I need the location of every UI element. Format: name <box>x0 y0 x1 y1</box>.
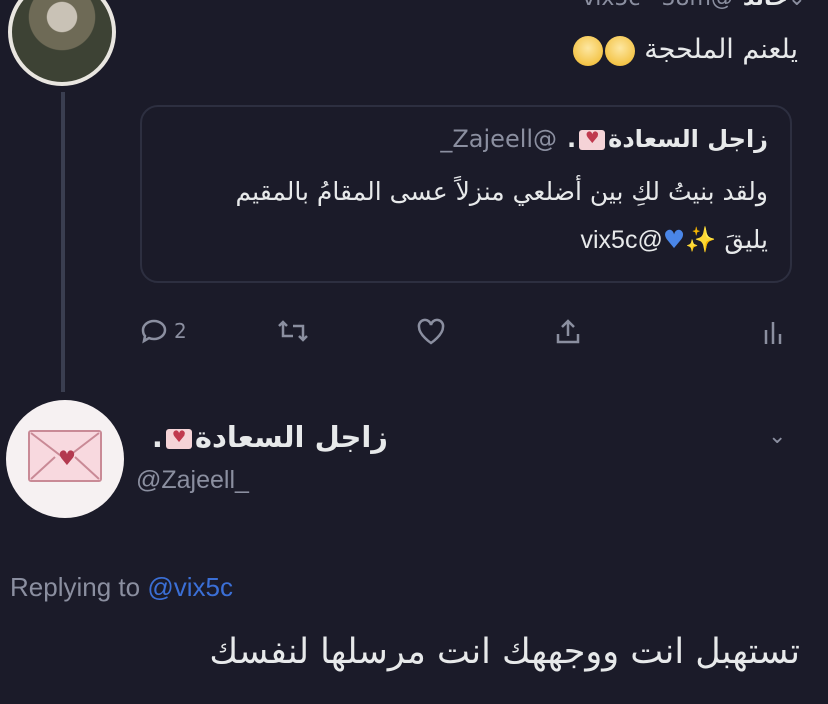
reply-button[interactable]: 2 <box>140 318 187 344</box>
author-name-row: زاجل السعادة. <box>152 420 388 454</box>
envelope-icon: ♥ <box>28 430 102 482</box>
quoted-line-2-text: يليقَ <box>724 225 768 254</box>
replying-mention[interactable]: @vix5c <box>147 572 233 602</box>
tweet-text-body: يلعنم الملحجة <box>644 34 798 65</box>
share-icon <box>556 319 580 344</box>
chevron-down-icon[interactable]: ⌄ <box>768 424 786 449</box>
analytics-button[interactable] <box>762 318 784 346</box>
tweet-text: تستهبل انت ووجههك انت مرسلها لنفسك <box>209 632 800 672</box>
tweet-text: يلعنم الملحجة <box>572 34 798 66</box>
replying-to: Replying to @vix5c <box>10 572 233 603</box>
reply-count: 2 <box>174 319 187 343</box>
replying-label: Replying to <box>10 572 141 602</box>
author-handle[interactable]: @Zajeell_ <box>136 466 249 495</box>
analytics-icon <box>764 322 782 344</box>
sparkles-emoji-icon: ✨ <box>685 225 717 254</box>
quoted-tweet-header: زاجل السعادة.@Zajeell_ <box>440 125 768 153</box>
grimacing-face-emoji-icon <box>572 35 603 66</box>
avatar[interactable] <box>8 0 116 86</box>
love-letter-emoji-icon <box>579 128 606 150</box>
retweet-icon <box>278 320 308 342</box>
quoted-tweet-card[interactable]: زاجل السعادة.@Zajeell_ ولقد بنيتُ لكِ بي… <box>140 105 792 283</box>
grimacing-face-emoji-icon <box>604 35 635 66</box>
quoted-author-handle: @Zajeell_ <box>440 125 558 153</box>
heart-icon <box>417 318 445 345</box>
author-meta: @vix5c · 38m <box>582 0 733 11</box>
author-name[interactable]: خالد <box>743 0 788 11</box>
tweet-header: خالد @vix5c · 38m <box>582 0 788 11</box>
chevron-down-icon[interactable]: ⌄ <box>788 0 806 11</box>
share-button[interactable] <box>554 318 582 346</box>
quoted-tweet-line-1: ولقد بنيتُ لكِ بين أضلعي منزلاً عسى المق… <box>235 177 768 206</box>
like-button[interactable] <box>416 318 446 346</box>
thread-connector-line <box>61 92 65 392</box>
avatar[interactable]: ♥ <box>6 400 124 518</box>
love-letter-emoji-icon <box>165 427 192 449</box>
quoted-tweet-line-2: يليقَ ✨♥@vix5c <box>580 225 768 255</box>
author-name[interactable]: زاجل السعادة <box>195 420 388 454</box>
quoted-mention[interactable]: @vix5c <box>580 226 662 254</box>
tweet-actions: 2 <box>140 318 800 358</box>
blue-heart-emoji-icon: ♥ <box>662 225 686 254</box>
retweet-button[interactable] <box>276 318 310 344</box>
reply-icon <box>141 319 167 344</box>
quoted-author-name: زاجل السعادة <box>608 125 768 153</box>
